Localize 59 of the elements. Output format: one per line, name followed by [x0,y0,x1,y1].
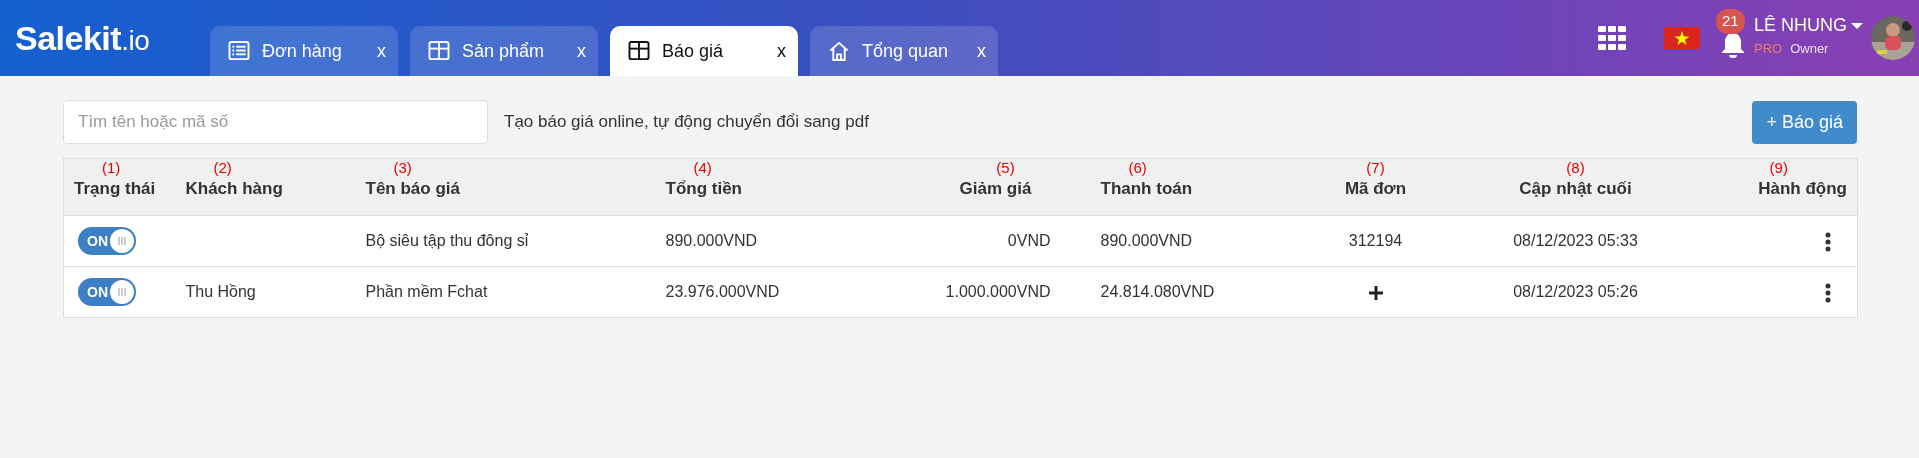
close-icon[interactable]: x [577,37,586,65]
close-icon[interactable]: x [377,37,386,65]
column-marker: (8) [1565,159,1586,175]
tab[interactable]: Đơn hàng x [210,26,398,76]
column-header: Tên báo giá [365,178,460,198]
column-header: Cập nhật cuối [1519,178,1632,198]
add-quote-button[interactable]: + Báo giá [1752,100,1857,144]
table-icon [628,41,650,61]
search-field[interactable]: Tìm tên hoặc mã số [63,100,488,144]
close-icon[interactable]: x [777,37,786,65]
column-header: Khách hàng [185,178,283,198]
total-amount: 890.000VND [665,232,758,249]
column-header: Trạng thái [74,178,156,198]
column-marker: (3) [392,159,413,175]
plan-label: PRO [1754,40,1783,56]
column-marker: (9) [1768,159,1789,175]
plus-icon[interactable] [1367,284,1384,301]
order-code: 312194 [1348,232,1403,249]
column-marker: (1) [101,159,122,175]
user-name[interactable]: LÊ NHUNG [1754,16,1847,36]
column-marker: (7) [1365,159,1386,175]
payment-amount: 24.814.080VND [1100,283,1215,300]
column-marker: (6) [1127,159,1148,175]
column-header: Giảm giá [959,178,1032,198]
flag-icon[interactable] [1664,27,1700,49]
apps-grid-icon[interactable] [1598,26,1626,50]
more-icon[interactable] [1825,282,1831,303]
tab[interactable]: Tổng quan x [810,26,998,76]
hint-text: Tạo báo giá online, tự động chuyển đổi sang pdf [504,111,869,134]
discount-amount: 1.000.000VND [945,283,1051,300]
updated-time: 08/12/2023 05:26 [1513,283,1638,300]
updated-time: 08/12/2023 05:33 [1513,232,1638,249]
role-label: Owner [1790,40,1829,56]
quote-name: Bộ siêu tập thu đông sỉ [365,232,529,249]
column-marker: (4) [692,159,713,175]
total-amount: 23.976.000VND [665,283,780,300]
column-header: Hành động [1758,178,1847,198]
customer-name: Thu Hồng [185,283,256,300]
column-marker: (5) [995,159,1016,175]
toggle-switch[interactable]: ON [78,227,136,255]
logo[interactable]: Salekit.io [15,12,210,64]
column-header: Mã đơn [1344,178,1407,198]
home-icon [828,41,850,61]
bell-icon[interactable] [1720,31,1746,59]
notification-badge: 21 [1716,9,1745,34]
payment-amount: 890.000VND [1100,232,1193,249]
toggle-switch[interactable]: ON [78,278,136,306]
more-icon[interactable] [1825,231,1831,252]
column-header: Thanh toán [1100,178,1193,198]
tab[interactable]: Sản phẩm x [410,26,598,76]
discount-amount: 0VND [1007,232,1051,249]
caret-icon[interactable] [1851,22,1863,30]
column-header: Tổng tiền [665,178,742,198]
table-icon [428,41,450,61]
quote-name: Phần mềm Fchat [365,283,488,300]
tab[interactable]: Báo giá x [610,26,798,76]
close-icon[interactable]: x [977,37,986,65]
list-icon [228,41,250,61]
column-marker: (2) [212,159,233,175]
